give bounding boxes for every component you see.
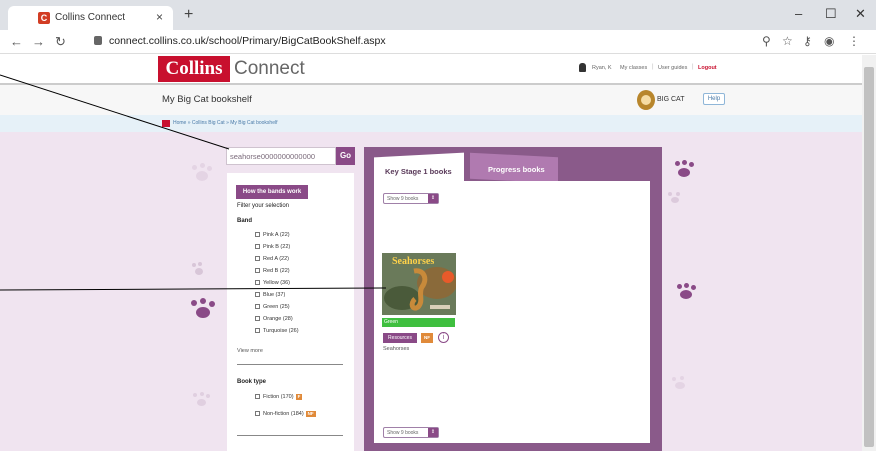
breadcrumb-trail[interactable]: Home » Collins Big Cat » My Big Cat book… bbox=[173, 120, 278, 126]
user-icon bbox=[579, 63, 586, 72]
key-icon[interactable]: ⚷ bbox=[803, 34, 812, 48]
band-indicator-green: Green bbox=[382, 318, 455, 327]
page-content: Collins Connect Ryan, K My classes | Use… bbox=[0, 55, 862, 451]
book-type-item-nonfiction[interactable]: Non-fiction (184) NF bbox=[255, 411, 316, 417]
big-cat-brand: BIG CAT bbox=[657, 96, 685, 103]
my-classes-link[interactable]: My classes bbox=[620, 65, 647, 71]
checkbox[interactable] bbox=[255, 394, 260, 399]
book-cover-seahorses[interactable]: Seahorses bbox=[382, 253, 456, 315]
browser-tab-strip: C Collins Connect × + – ☐ ✕ bbox=[0, 0, 876, 30]
forward-arrow-icon[interactable]: → bbox=[32, 34, 45, 49]
book-title-link[interactable]: Seahorses bbox=[383, 346, 409, 352]
divider bbox=[237, 364, 343, 365]
fiction-tag: F bbox=[295, 394, 303, 400]
sub-header: My Big Cat bookshelf BIG CAT Help bbox=[0, 83, 862, 115]
zoom-icon[interactable]: ⚲ bbox=[762, 34, 771, 48]
book-type-item-fiction[interactable]: Fiction (170) F bbox=[255, 394, 303, 400]
user-guides-link[interactable]: User guides bbox=[658, 65, 687, 71]
url-field[interactable]: connect.collins.co.uk/school/Primary/Big… bbox=[109, 35, 386, 47]
tab-title: Collins Connect bbox=[55, 12, 126, 23]
band-filter-item[interactable]: Green (25) bbox=[255, 304, 290, 310]
cover-title: Seahorses bbox=[392, 256, 435, 267]
filter-heading: Filter your selection bbox=[237, 203, 290, 209]
dropdown-arrow-icon: ⇕ bbox=[428, 194, 438, 203]
bookshelf-content: Show 9 books ⇕ Seahorses Green Resources… bbox=[374, 181, 650, 443]
checkbox[interactable] bbox=[255, 292, 260, 297]
browser-tab[interactable]: C Collins Connect × bbox=[8, 6, 173, 30]
address-bar-row: ← → ↻ connect.collins.co.uk/school/Prima… bbox=[0, 30, 876, 54]
nonfiction-tag: NF bbox=[305, 411, 316, 417]
tab-close-icon[interactable]: × bbox=[156, 10, 163, 24]
show-books-select-top[interactable]: Show 9 books ⇕ bbox=[383, 193, 439, 204]
checkbox[interactable] bbox=[255, 411, 260, 416]
divider bbox=[237, 435, 343, 436]
band-filter-item[interactable]: Orange (28) bbox=[255, 316, 293, 322]
checkbox[interactable] bbox=[255, 244, 260, 249]
page-title: My Big Cat bookshelf bbox=[162, 94, 252, 105]
band-filter-item[interactable]: Blue (37) bbox=[255, 292, 285, 298]
checkbox[interactable] bbox=[255, 304, 260, 309]
tab-key-stage-1-books[interactable]: Key Stage 1 books bbox=[385, 167, 452, 176]
checkbox[interactable] bbox=[255, 280, 260, 285]
checkbox[interactable] bbox=[255, 268, 260, 273]
minimize-icon[interactable]: – bbox=[795, 6, 802, 21]
band-filter-item[interactable]: Turquoise (26) bbox=[255, 328, 299, 334]
view-more-link[interactable]: View more bbox=[237, 348, 263, 354]
new-tab-icon[interactable]: + bbox=[184, 6, 193, 24]
big-cat-logo-icon bbox=[637, 90, 655, 110]
help-button[interactable]: Help bbox=[703, 93, 725, 105]
site-header: Collins Connect Ryan, K My classes | Use… bbox=[0, 55, 862, 83]
book-type-heading: Book type bbox=[237, 379, 267, 385]
checkbox[interactable] bbox=[255, 256, 260, 261]
info-icon[interactable]: i bbox=[438, 332, 449, 343]
nonfiction-badge: NF bbox=[421, 333, 433, 343]
page-scrollbar[interactable] bbox=[862, 55, 876, 451]
show-books-select-bottom[interactable]: Show 9 books ⇕ bbox=[383, 427, 439, 438]
band-filter-item[interactable]: Pink A (22) bbox=[255, 232, 290, 238]
checkbox[interactable] bbox=[255, 232, 260, 237]
connect-logo-text: Connect bbox=[234, 58, 305, 79]
close-window-icon[interactable]: ✕ bbox=[855, 6, 866, 22]
band-filter-item[interactable]: Red A (22) bbox=[255, 256, 289, 262]
resources-button[interactable]: Resources bbox=[383, 333, 417, 343]
how-bands-work-button[interactable]: How the bands work bbox=[236, 185, 308, 199]
lock-icon bbox=[94, 36, 102, 45]
bookmark-star-icon[interactable]: ☆ bbox=[782, 34, 793, 48]
home-icon[interactable] bbox=[162, 120, 170, 127]
breadcrumb: Home » Collins Big Cat » My Big Cat book… bbox=[0, 115, 862, 132]
collins-logo[interactable]: Collins bbox=[158, 56, 230, 82]
reload-icon[interactable]: ↻ bbox=[55, 34, 66, 50]
band-filter-item[interactable]: Yellow (36) bbox=[255, 280, 290, 286]
back-arrow-icon[interactable]: ← bbox=[10, 34, 23, 49]
profile-icon[interactable]: ◉ bbox=[824, 34, 834, 48]
tab-progress-books[interactable]: Progress books bbox=[488, 165, 545, 174]
band-filter-item[interactable]: Red B (22) bbox=[255, 268, 290, 274]
collins-favicon-icon: C bbox=[38, 12, 50, 24]
search-value: seahorse0000000000000 bbox=[230, 152, 316, 161]
search-input[interactable]: seahorse0000000000000 bbox=[226, 147, 336, 165]
band-filter-item[interactable]: Pink B (22) bbox=[255, 244, 290, 250]
restore-icon[interactable]: ☐ bbox=[825, 6, 837, 22]
go-button[interactable]: Go bbox=[336, 147, 355, 165]
logout-link[interactable]: Logout bbox=[698, 65, 717, 71]
scrollbar-thumb[interactable] bbox=[864, 67, 874, 447]
user-name: Ryan, K bbox=[592, 65, 612, 71]
dropdown-arrow-icon: ⇕ bbox=[428, 428, 438, 437]
bookshelf-panel: Progress books Show 9 books ⇕ Seahorses … bbox=[364, 147, 662, 451]
checkbox[interactable] bbox=[255, 316, 260, 321]
menu-dots-icon[interactable]: ⋮ bbox=[848, 34, 860, 48]
filter-panel: How the bands work Filter your selection… bbox=[227, 173, 354, 451]
header-divider: | bbox=[652, 64, 654, 70]
header-divider: | bbox=[692, 64, 694, 70]
checkbox[interactable] bbox=[255, 328, 260, 333]
band-heading: Band bbox=[237, 218, 252, 224]
